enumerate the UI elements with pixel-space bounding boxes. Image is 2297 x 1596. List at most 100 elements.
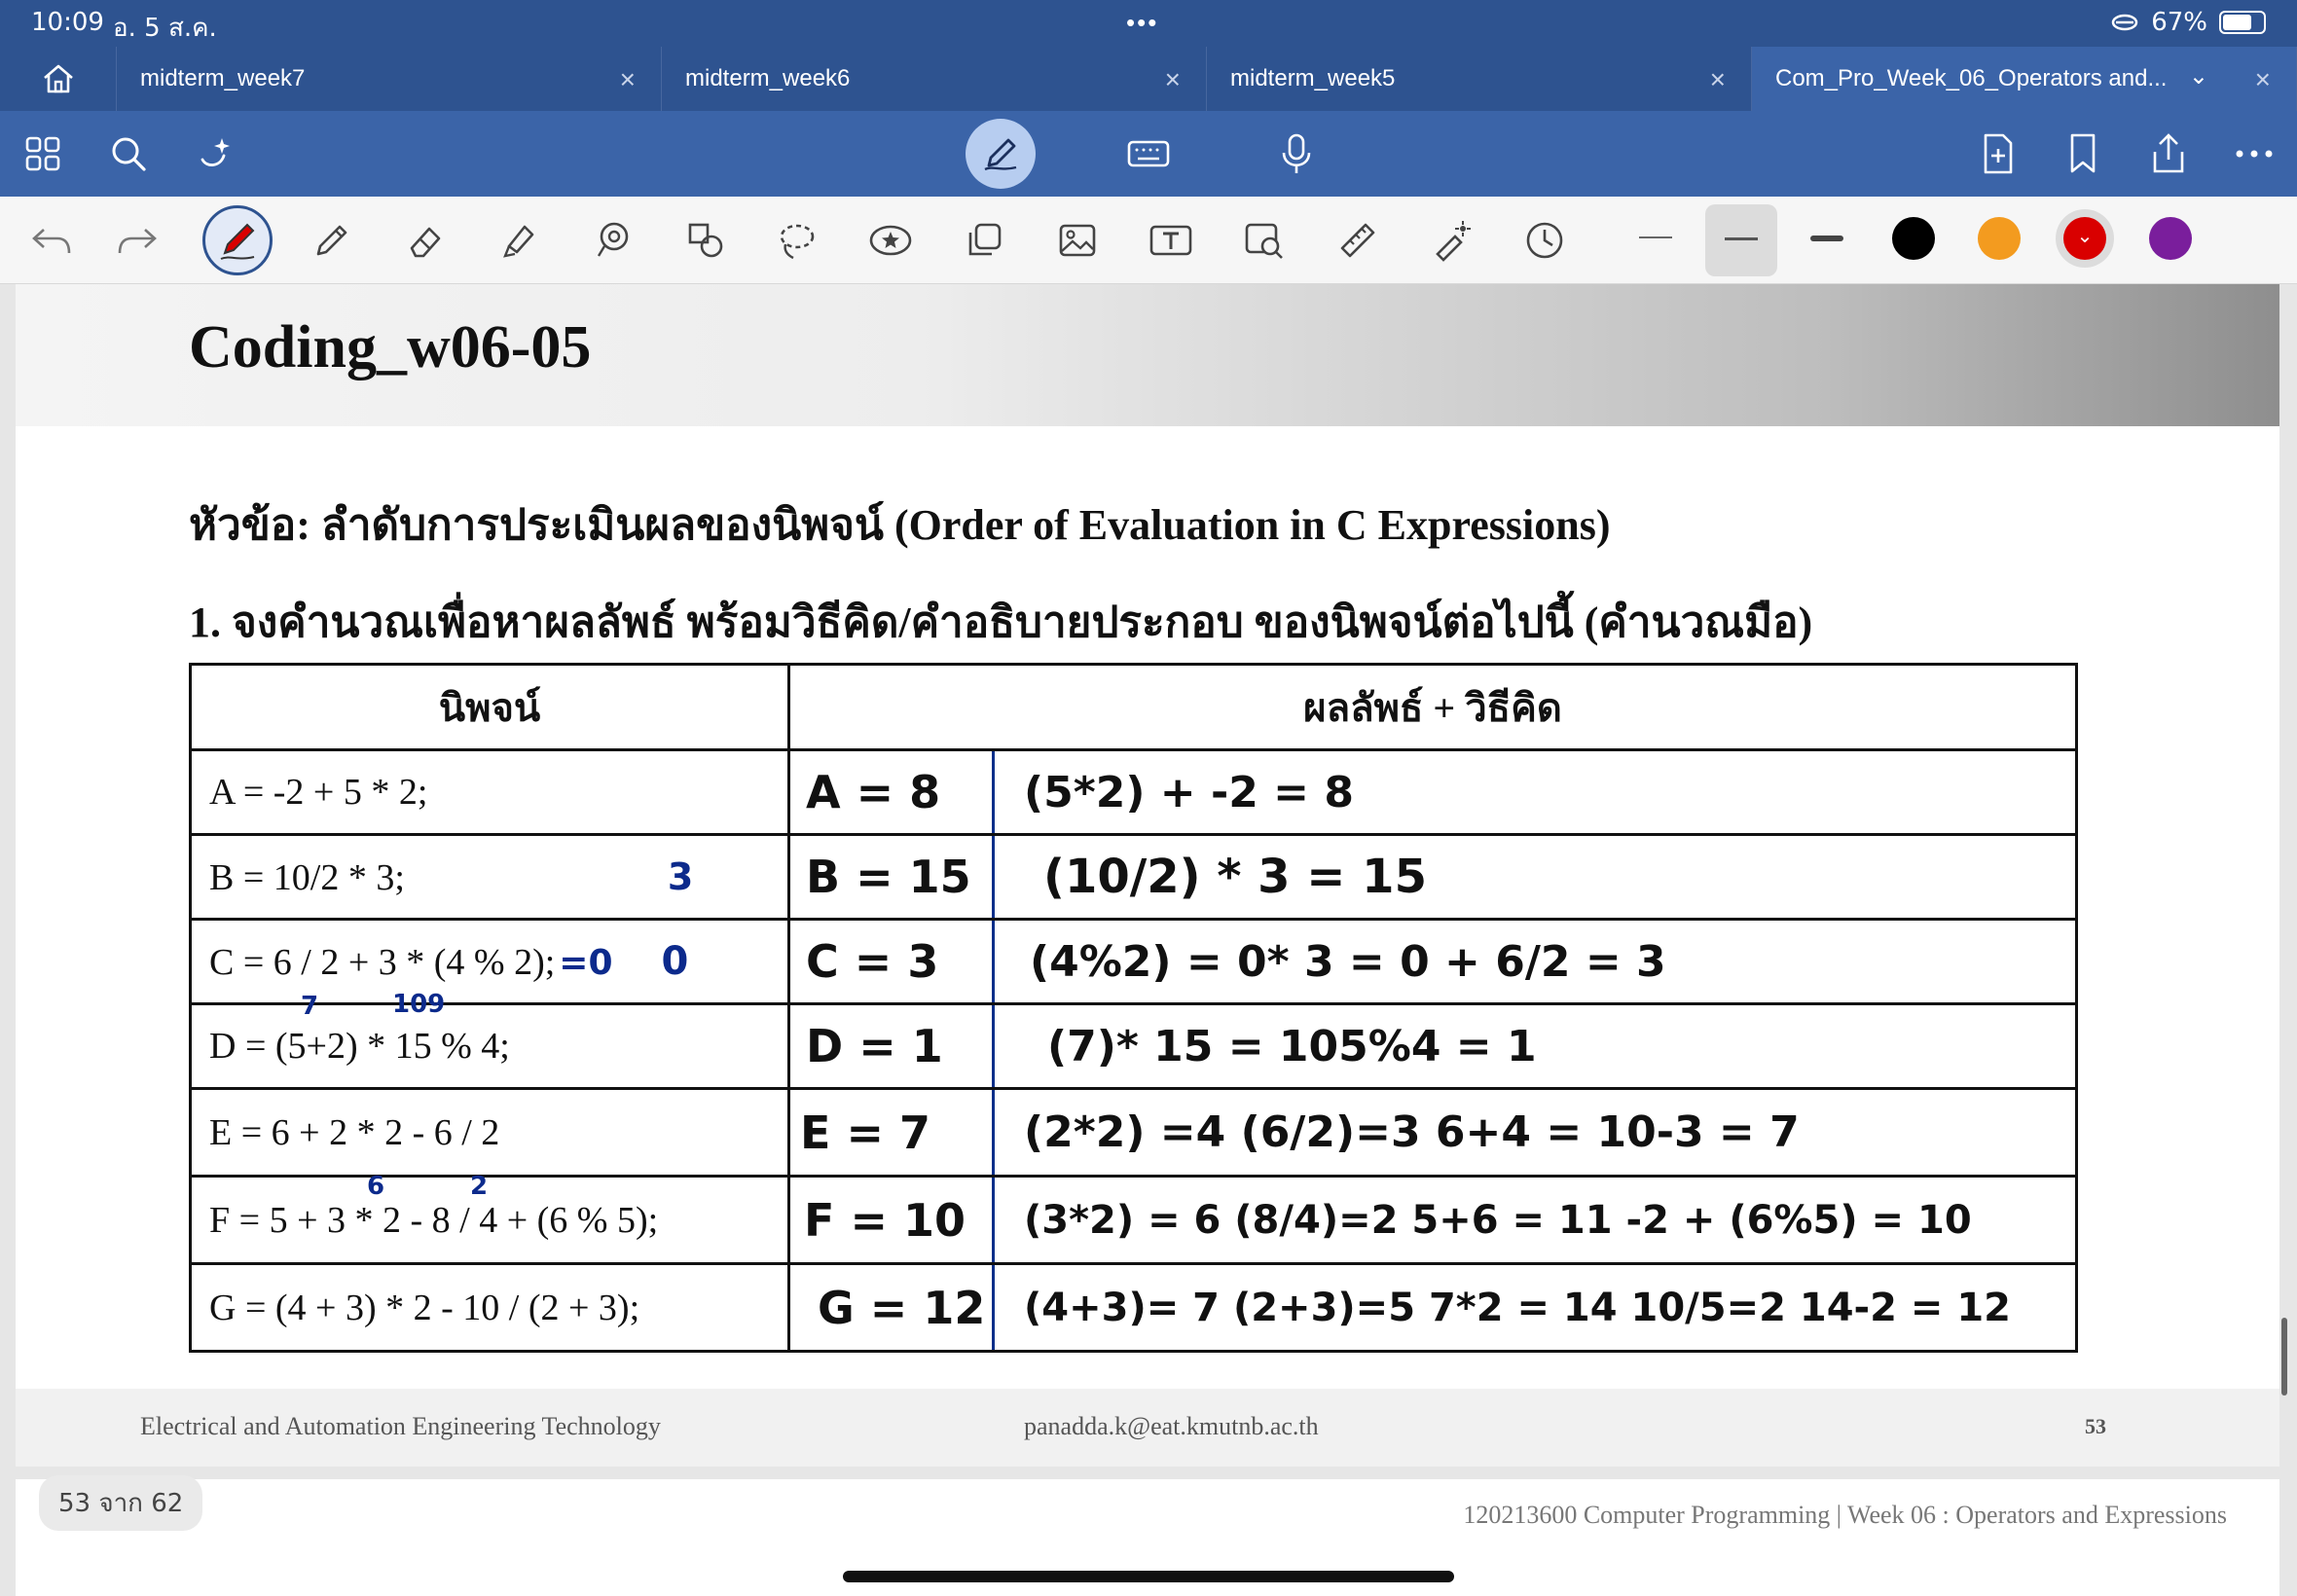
expression-cell: D = (5+2) * 15 % 4; 7 109: [189, 990, 790, 1090]
ruler-icon[interactable]: [1331, 214, 1384, 267]
table-row: E = 6 + 2 * 2 - 6 / 2 E = 7 (2*2) =4 (6/…: [189, 1087, 2078, 1178]
copy-element-icon[interactable]: [958, 214, 1010, 267]
eraser-icon[interactable]: [399, 214, 452, 267]
expression-text: C = 6 / 2 + 3 * (4 % 2);: [209, 942, 556, 983]
tab-com-pro-week06[interactable]: Com_Pro_Week_06_Operators and... ⌄ ×: [1752, 47, 2297, 111]
battery-percent: 67%: [2151, 8, 2207, 37]
slide-header-band: Coding_w06-05: [16, 284, 2279, 426]
handwritten-answer: B = 15: [787, 833, 995, 921]
microphone-icon[interactable]: [1271, 128, 1322, 179]
color-swatch-orange[interactable]: [1978, 217, 2021, 260]
multitasking-dots[interactable]: •••: [1126, 8, 1158, 38]
handwritten-answer: C = 3: [787, 918, 995, 1005]
handwritten-work: (3*2) = 6 (8/4)=2 5+6 = 11 -2 + (6%5) = …: [992, 1175, 2078, 1265]
course-footer-text: 120213600 Computer Programming | Week 06…: [1463, 1501, 2227, 1529]
header-expression: นิพจน์: [189, 663, 790, 751]
tab-label: midterm_week6: [685, 65, 851, 91]
home-icon: [43, 64, 73, 93]
status-bar: 10:09 อ. 5 ส.ค. ••• 67%: [0, 0, 2297, 47]
color-swatch-red-selected[interactable]: ⌄: [2056, 209, 2114, 268]
tab-midterm-week6[interactable]: midterm_week6 ×: [662, 47, 1207, 111]
color-swatch-black[interactable]: [1892, 217, 1935, 260]
handwritten-answer: D = 1: [787, 1002, 995, 1090]
tab-midterm-week5[interactable]: midterm_week5 ×: [1207, 47, 1752, 111]
close-icon[interactable]: ×: [2255, 64, 2271, 95]
highlighter-icon[interactable]: [492, 214, 545, 267]
handwritten-work: (2*2) =4 (6/2)=3 6+4 = 10-3 = 7: [992, 1087, 2078, 1178]
shapes-icon[interactable]: [679, 214, 732, 267]
active-pen-tool[interactable]: [202, 205, 273, 275]
ai-sparkle-icon[interactable]: [191, 128, 241, 179]
table-row: G = (4 + 3) * 2 - 10 / (2 + 3); G = 12 (…: [189, 1262, 2078, 1353]
status-right: 67%: [2110, 8, 2266, 37]
expression-cell: B = 10/2 * 3; 3: [189, 833, 790, 921]
image-search-icon[interactable]: [1238, 214, 1291, 267]
keyboard-icon[interactable]: [1123, 128, 1174, 179]
table-header-row: นิพจน์ ผลลัพธ์ + วิธีคิด: [189, 663, 2078, 751]
share-icon[interactable]: [2143, 128, 2194, 179]
page-indicator: 53 จาก 62: [39, 1475, 203, 1531]
footer-department: Electrical and Automation Engineering Te…: [140, 1412, 661, 1440]
margin-note: 2: [470, 1172, 489, 1201]
tab-label: midterm_week5: [1230, 65, 1396, 91]
handwriting-mode-button[interactable]: [966, 119, 1036, 189]
lasso-icon[interactable]: [771, 214, 823, 267]
text-box-icon[interactable]: [1145, 214, 1197, 267]
bookmark-icon[interactable]: [2058, 128, 2108, 179]
home-indicator[interactable]: [843, 1571, 1454, 1582]
medium-line-option[interactable]: [1705, 204, 1777, 276]
slide-title: Coding_w06-05: [189, 314, 592, 381]
thin-line-option[interactable]: [1639, 236, 1672, 238]
table-row: C = 6 / 2 + 3 * (4 % 2); =0 0 C = 3 (4%2) …: [189, 918, 2078, 1005]
grid-icon[interactable]: [18, 128, 68, 179]
chevron-down-icon: ⌄: [2063, 217, 2106, 260]
undo-icon[interactable]: [25, 214, 78, 267]
close-icon[interactable]: ×: [620, 64, 636, 95]
scrollbar[interactable]: [2281, 1318, 2287, 1396]
tab-midterm-week7[interactable]: midterm_week7 ×: [117, 47, 662, 111]
close-icon[interactable]: ×: [1710, 64, 1726, 95]
pen-icon: [984, 138, 1017, 171]
sticker-icon[interactable]: [864, 214, 917, 267]
laser-pointer-icon[interactable]: [1425, 214, 1477, 267]
add-page-icon[interactable]: [1972, 128, 2023, 179]
margin-note: 7: [301, 992, 319, 1021]
main-toolbar: [0, 111, 2297, 197]
handwritten-answer: E = 7: [787, 1087, 995, 1178]
lasso-fill-icon[interactable]: [586, 214, 638, 267]
topic-heading: หัวข้อ: ลำดับการประเมินผลของนิพจน์ (Orde…: [189, 501, 1611, 549]
search-icon[interactable]: [103, 128, 154, 179]
more-icon[interactable]: [2229, 128, 2279, 179]
handwritten-work: (10/2) * 3 = 15: [992, 833, 2078, 921]
handwritten-work: (5*2) + -2 = 8: [992, 748, 2078, 836]
expression-cell: C = 6 / 2 + 3 * (4 % 2); =0 0: [189, 918, 790, 1005]
thick-line-option[interactable]: [1810, 236, 1843, 241]
chevron-down-icon[interactable]: ⌄: [2189, 62, 2208, 91]
close-icon[interactable]: ×: [1165, 64, 1181, 95]
color-swatch-purple[interactable]: [2149, 217, 2192, 260]
margin-note: 0: [661, 939, 689, 984]
document-tab-bar: midterm_week7 × midterm_week6 × midterm_…: [0, 47, 2297, 111]
margin-note: 6: [367, 1172, 385, 1201]
expression-cell: A = -2 + 5 * 2;: [189, 748, 790, 836]
expression-text: D = (5+2) * 15 % 4;: [209, 1026, 510, 1067]
expression-table: นิพจน์ ผลลัพธ์ + วิธีคิด A = -2 + 5 * 2;…: [189, 663, 2078, 1353]
battery-icon: [2219, 11, 2266, 34]
pencil-icon[interactable]: [306, 214, 358, 267]
image-icon[interactable]: [1051, 214, 1104, 267]
margin-note: 109: [392, 990, 446, 1019]
handwritten-answer: F = 10: [787, 1175, 995, 1265]
expression-cell: G = (4 + 3) * 2 - 10 / (2 + 3);: [189, 1262, 790, 1353]
redo-icon[interactable]: [111, 214, 164, 267]
home-button[interactable]: [0, 47, 117, 111]
footer-page-number: 53: [2085, 1414, 2106, 1438]
annotation-toolbar: ⌄: [0, 197, 2297, 284]
table-row: D = (5+2) * 15 % 4; 7 109 D = 1 (7)* 15 …: [189, 990, 2078, 1090]
course-footer: 120213600 Computer Programming | Week 06…: [1463, 1501, 2227, 1530]
clock-icon[interactable]: [1518, 214, 1571, 267]
expression-text: B = 10/2 * 3;: [209, 856, 405, 898]
pen-icon: [220, 223, 255, 260]
expression-cell: E = 6 + 2 * 2 - 6 / 2: [189, 1087, 790, 1178]
table-row: F = 5 + 3 * 2 - 8 / 4 + (6 % 5); 6 2 F =…: [189, 1172, 2078, 1265]
footer-email: panadda.k@eat.kmutnb.ac.th: [1024, 1412, 1319, 1440]
